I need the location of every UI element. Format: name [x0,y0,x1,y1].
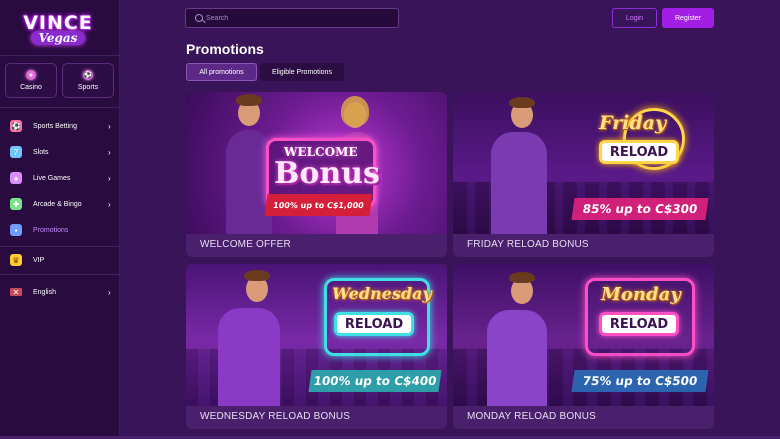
sidebar-item-language[interactable]: ✕ English › [0,281,120,303]
login-button[interactable]: Login [612,8,657,28]
soccer-ball-icon: ⚽ [10,120,22,132]
slot-machine-icon: 7 [10,146,22,158]
tab-eligible-promotions[interactable]: Eligible Promotions [260,63,344,81]
promo-card-title: MONDAY RELOAD BONUS [467,411,597,422]
promo-card-title: WEDNESDAY RELOAD BONUS [200,411,351,422]
logo-text-main: VINCE [23,12,93,34]
sidebar-item-arcade-bingo[interactable]: ✚ Arcade & Bingo › [0,193,120,215]
chevron-right-icon: › [108,287,111,297]
banner-offer-ribbon: 100% up to C$400 [308,370,442,392]
sidebar-item-label: English [33,288,56,296]
banner-figure [491,132,547,234]
chevron-right-icon: › [108,173,111,183]
quick-link-sports[interactable]: ⚽ Sports [62,63,114,98]
promo-card-wednesday[interactable]: Wednesday RELOAD 100% up to C$400 WEDNES… [186,264,447,429]
sidebar-item-slots[interactable]: 7 Slots › [0,141,120,163]
promo-banner-welcome: WELCOME Bonus 100% up to C$1,000 [186,92,447,234]
sidebar-item-promotions[interactable]: ▪ Promotions [0,219,120,241]
sidebar-item-label: Slots [33,148,49,156]
banner-figure [218,308,280,406]
banner-offer-ribbon: 85% up to C$300 [571,198,709,220]
promo-card-monday[interactable]: Monday RELOAD 75% up to C$500 MONDAY REL… [453,264,714,429]
sidebar-item-label: VIP [33,256,45,264]
quick-link-label: Sports [77,84,99,91]
promo-card-friday[interactable]: Friday RELOAD 85% up to C$300 FRIDAY REL… [453,92,714,257]
promo-card-welcome[interactable]: WELCOME Bonus 100% up to C$1,000 WELCOME… [186,92,447,257]
search-input[interactable] [206,11,391,25]
search-icon [195,14,203,22]
sidebar-item-live-games[interactable]: ♠ Live Games › [0,167,120,189]
page-title: Promotions [186,41,264,57]
promo-banner-friday: Friday RELOAD 85% up to C$300 [453,92,714,234]
chevron-right-icon: › [108,199,111,209]
chevron-right-icon: › [108,147,111,157]
sidebar-item-label: Live Games [33,174,71,182]
sidebar-divider [0,107,120,108]
uk-flag-icon: ✕ [10,288,22,297]
promo-banner-wednesday: Wednesday RELOAD 100% up to C$400 [186,264,447,406]
banner-sign-title: Friday [599,112,667,134]
casino-chip-icon: ● [26,70,36,80]
dealer-icon: ♠ [10,172,22,184]
register-button[interactable]: Register [662,8,714,28]
banner-sign-main: RELOAD [334,312,414,336]
crown-icon: ♛ [10,254,22,266]
chevron-right-icon: › [108,121,111,131]
banner-sign-main: Bonus [274,156,380,191]
promo-card-title: FRIDAY RELOAD BONUS [467,239,589,250]
sidebar-divider [0,274,120,275]
sidebar-item-vip[interactable]: ♛ VIP [0,249,120,271]
banner-sign-main: RELOAD [599,140,679,164]
gift-icon: ▪ [10,224,22,236]
sidebar: VINCE Vegas ● Casino ⚽ Sports ⚽ Sports B… [0,0,120,439]
banner-figure-hair [509,97,535,108]
logo-text-sub: Vegas [30,31,86,45]
gamepad-icon: ✚ [10,198,22,210]
banner-offer-ribbon: 100% up to C$1,000 [264,194,373,216]
banner-sign-main: RELOAD [599,312,679,336]
quick-link-label: Casino [20,84,42,91]
banner-figure-hair [509,272,535,283]
search-bar[interactable] [185,8,399,28]
banner-figure-hair [244,270,270,281]
banner-figure-hair [236,94,262,106]
banner-figure [487,310,547,406]
banner-sign-title: Monday [601,284,681,305]
sidebar-divider [0,55,120,56]
sidebar-item-sports-betting[interactable]: ⚽ Sports Betting › [0,115,120,137]
promo-banner-monday: Monday RELOAD 75% up to C$500 [453,264,714,406]
sidebar-item-label: Promotions [33,226,69,234]
tab-all-promotions[interactable]: All promotions [186,63,257,81]
banner-offer-ribbon: 75% up to C$500 [571,370,709,392]
promo-card-title: WELCOME OFFER [200,239,291,250]
banner-figure-hair [341,96,369,126]
banner-sign-title: Wednesday [332,284,432,303]
sidebar-item-label: Sports Betting [33,122,77,130]
soccer-ball-icon: ⚽ [83,70,93,80]
sidebar-divider [0,246,120,247]
quick-link-casino[interactable]: ● Casino [5,63,57,98]
sidebar-item-label: Arcade & Bingo [33,200,82,208]
brand-logo[interactable]: VINCE Vegas [14,6,102,52]
